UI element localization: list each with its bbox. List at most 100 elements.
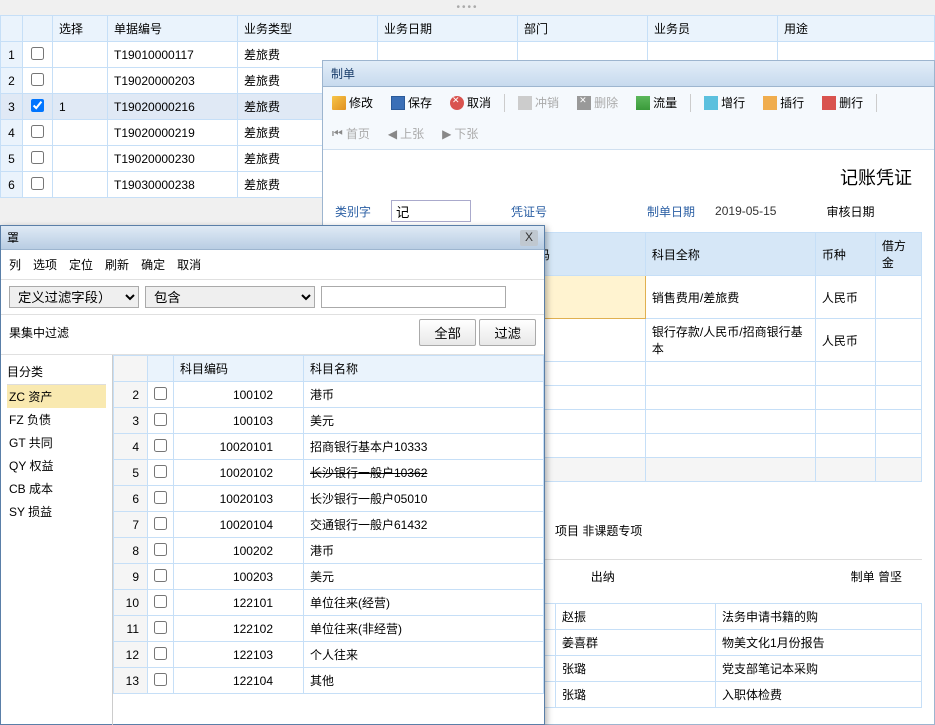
save-button[interactable]: 保存 [386,91,437,114]
filter-all-button[interactable]: 全部 [419,319,476,346]
addrow-button[interactable]: 增行 [699,91,750,114]
cancel-icon [450,96,464,110]
menu-cancel[interactable]: 取消 [177,256,201,273]
deleterow-icon [822,96,836,110]
table-header-row: 选择 单据编号 业务类型 业务日期 部门 业务员 用途 [1,16,935,42]
col-docno[interactable]: 单据编号 [108,16,238,42]
list-item[interactable]: 8100202港币 [114,538,544,564]
tree-item-sy[interactable]: SY 损益 [7,500,106,523]
prefix-input[interactable] [391,200,471,222]
separator [690,94,691,112]
tree-item-gt[interactable]: GT 共同 [7,431,106,454]
next-icon: ▶ [442,127,451,141]
row-checkbox[interactable] [154,621,167,634]
list-item[interactable]: 9100203美元 [114,564,544,590]
save-icon [391,96,405,110]
tree-item-fz[interactable]: FZ 负债 [7,408,106,431]
list-item[interactable]: 410020101招商银行基本户10333 [114,434,544,460]
row-checkbox[interactable] [154,517,167,530]
col-debit[interactable]: 借方金 [875,233,921,276]
row-checkbox[interactable] [154,491,167,504]
maker-label: 制单 [851,570,875,584]
separator [504,94,505,112]
row-checkbox[interactable] [154,413,167,426]
voucher-no-label: 凭证号 [511,203,547,220]
insertrow-icon [763,96,777,110]
voucher-heading: 记账凭证 [335,158,922,200]
row-checkbox[interactable] [31,73,44,86]
delrow-button[interactable]: 删行 [817,91,868,114]
close-button[interactable]: X [520,230,538,246]
col-subj-name[interactable]: 科目全称 [645,233,815,276]
row-checkbox[interactable] [154,439,167,452]
delete-icon [577,96,591,110]
col-biztype[interactable]: 业务类型 [238,16,378,42]
col-code[interactable]: 科目编码 [174,356,304,382]
list-item[interactable]: 13122104其他 [114,668,544,694]
offset-button: 冲销 [513,91,564,114]
insrow-button[interactable]: 插行 [758,91,809,114]
col-purpose[interactable]: 用途 [778,16,935,42]
col-currency[interactable]: 币种 [815,233,875,276]
row-checkbox[interactable] [154,673,167,686]
voucher-window-title: 制单 [323,61,934,87]
separator [876,94,877,112]
tree-item-qy[interactable]: QY 权益 [7,454,106,477]
prev-icon: ◀ [388,127,397,141]
filter-field-select[interactable]: 定义过滤字段） [9,286,139,308]
row-checkbox[interactable] [154,543,167,556]
menu-refresh[interactable]: 刷新 [105,256,129,273]
list-item[interactable]: 10122101单位往来(经营) [114,590,544,616]
cashier-label: 出纳 [591,568,615,585]
audit-label: 审核日期 [826,203,874,220]
dialog-menu: 列 选项 定位 刷新 确定 取消 [1,250,544,280]
first-icon: ⏮ [332,126,343,141]
list-item[interactable]: 610020103长沙银行一般户05010 [114,486,544,512]
category-tree: 目分类 ZC 资产 FZ 负债 GT 共同 QY 权益 CB 成本 SY 损益 [1,355,113,725]
flow-button[interactable]: 流量 [631,91,682,114]
list-item[interactable]: 510020102长沙银行一般户10362 [114,460,544,486]
row-checkbox[interactable] [154,569,167,582]
menu-ok[interactable]: 确定 [141,256,165,273]
row-checkbox[interactable] [31,125,44,138]
date-label: 制单日期 [647,203,695,220]
tree-item-zc[interactable]: ZC 资产 [7,385,106,408]
row-checkbox[interactable] [154,647,167,660]
offset-icon [518,96,532,110]
col-dept[interactable]: 部门 [518,16,648,42]
date-value: 2019-05-15 [715,204,776,218]
voucher-toolbar: 修改 保存 取消 冲销 删除 流量 增行 插行 删行 ⏮首页 ◀上张 ▶下张 [323,87,934,150]
tree-item-cb[interactable]: CB 成本 [7,477,106,500]
delete-button: 删除 [572,91,623,114]
col-select[interactable]: 选择 [53,16,108,42]
list-item[interactable]: 11122102单位往来(非经营) [114,616,544,642]
list-item[interactable]: 12122103个人往来 [114,642,544,668]
row-checkbox[interactable] [154,465,167,478]
subfilter-label: 果集中过滤 [9,324,69,341]
list-item[interactable]: 3100103美元 [114,408,544,434]
subject-grid: 科目编码科目名称 2100102港币 3100103美元 410020101招商… [113,355,544,725]
filter-apply-button[interactable]: 过滤 [479,319,536,346]
cancel-button[interactable]: 取消 [445,91,496,114]
row-checkbox[interactable] [31,99,44,112]
filter-value-input[interactable] [321,286,506,308]
row-checkbox[interactable] [31,47,44,60]
row-checkbox[interactable] [154,387,167,400]
menu-option[interactable]: 选项 [33,256,57,273]
col-name[interactable]: 科目名称 [304,356,544,382]
menu-locate[interactable]: 定位 [69,256,93,273]
menu-column[interactable]: 列 [9,256,21,273]
col-clerk[interactable]: 业务员 [648,16,778,42]
col-bizdate[interactable]: 业务日期 [378,16,518,42]
row-checkbox[interactable] [31,177,44,190]
flow-icon [636,96,650,110]
row-checkbox[interactable] [31,151,44,164]
list-item[interactable]: 2100102港币 [114,382,544,408]
edit-button[interactable]: 修改 [327,91,378,114]
list-item[interactable]: 710020104交通银行一般户61432 [114,512,544,538]
dialog-title: 罩 [7,229,19,246]
tree-heading: 目分类 [7,359,106,385]
next-button: ▶下张 [437,122,483,145]
row-checkbox[interactable] [154,595,167,608]
filter-op-select[interactable]: 包含 [145,286,315,308]
